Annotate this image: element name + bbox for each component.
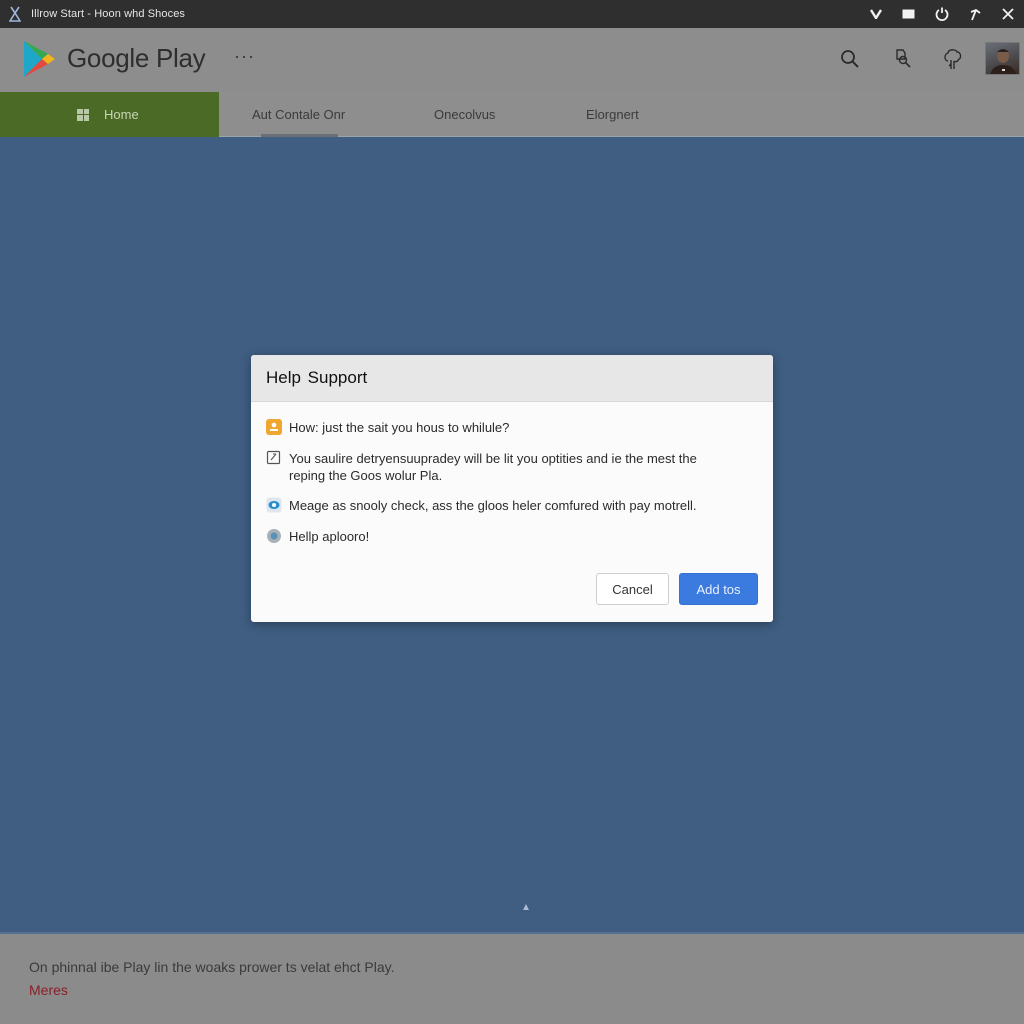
window-controls (859, 0, 1024, 28)
top-navigation: Home Aut Contale Onr Onecolvus Elorgnert (0, 92, 1024, 137)
help-support-dialog: Help Support How: just the sait you hous… (251, 355, 773, 622)
dialog-item-text: Meage as snooly check, ass the gloos hel… (289, 498, 697, 513)
dialog-item: You saulire detryensuupradey will be lit… (266, 450, 729, 484)
person-badge-icon (266, 419, 282, 435)
nav-home-label: Home (104, 107, 139, 122)
edit-box-icon (266, 450, 282, 466)
search-icon[interactable] (837, 46, 863, 72)
user-avatar[interactable] (985, 42, 1020, 75)
footer-message: On phinnal ibe Play lin the woaks prower… (29, 959, 395, 975)
chevron-down-icon[interactable] (859, 0, 892, 28)
maximize-icon[interactable] (892, 0, 925, 28)
search-document-icon[interactable] (891, 46, 917, 72)
nav-tab-label: Onecolvus (434, 107, 496, 122)
footer-banner: On phinnal ibe Play lin the woaks prower… (0, 932, 1024, 1024)
dialog-title: Help Support (266, 368, 368, 387)
nav-tab-label: Elorgnert (586, 107, 639, 122)
google-play-logo-icon[interactable] (22, 40, 56, 78)
window-title: Illrow Start - Hoon whd Shoces (31, 8, 186, 20)
cancel-button[interactable]: Cancel (596, 573, 669, 605)
power-icon[interactable] (925, 0, 958, 28)
more-options-icon[interactable]: ··· (234, 46, 255, 67)
cursor-icon (522, 898, 530, 910)
brand-name[interactable]: Google Play (67, 43, 206, 74)
app-header: Google Play ··· (0, 28, 1024, 92)
nav-tab-label: Aut Contale Onr (252, 107, 346, 122)
nav-tab-2[interactable]: Onecolvus (434, 92, 495, 137)
window-title-bar: Illrow Start - Hoon whd Shoces (0, 0, 1024, 28)
dialog-item-text: How: just the sait you hous to whilule? (289, 420, 510, 435)
help-circle-icon (266, 528, 282, 544)
nav-home-tab[interactable]: Home (0, 92, 219, 137)
dialog-item-text: You saulire detryensuupradey will be lit… (289, 451, 697, 483)
close-icon[interactable] (991, 0, 1024, 28)
app-icon (8, 6, 22, 22)
tree-icon[interactable] (940, 46, 966, 72)
dialog-item: Hellp aplooro! (266, 528, 729, 545)
home-grid-icon (77, 108, 89, 121)
footer-more-link[interactable]: Meres (29, 982, 68, 998)
nav-tab-1[interactable]: Aut Contale Onr (252, 92, 345, 137)
arrow-up-icon[interactable] (958, 0, 991, 28)
dialog-item: How: just the sait you hous to whilule? (266, 419, 729, 436)
dialog-item-text: Hellp aplooro! (289, 529, 370, 544)
nav-tab-3[interactable]: Elorgnert (586, 92, 639, 137)
add-button[interactable]: Add tos (679, 573, 758, 605)
eye-badge-icon (266, 497, 282, 513)
dialog-header: Help Support (251, 355, 773, 402)
dialog-item: Meage as snooly check, ass the gloos hel… (266, 497, 729, 514)
